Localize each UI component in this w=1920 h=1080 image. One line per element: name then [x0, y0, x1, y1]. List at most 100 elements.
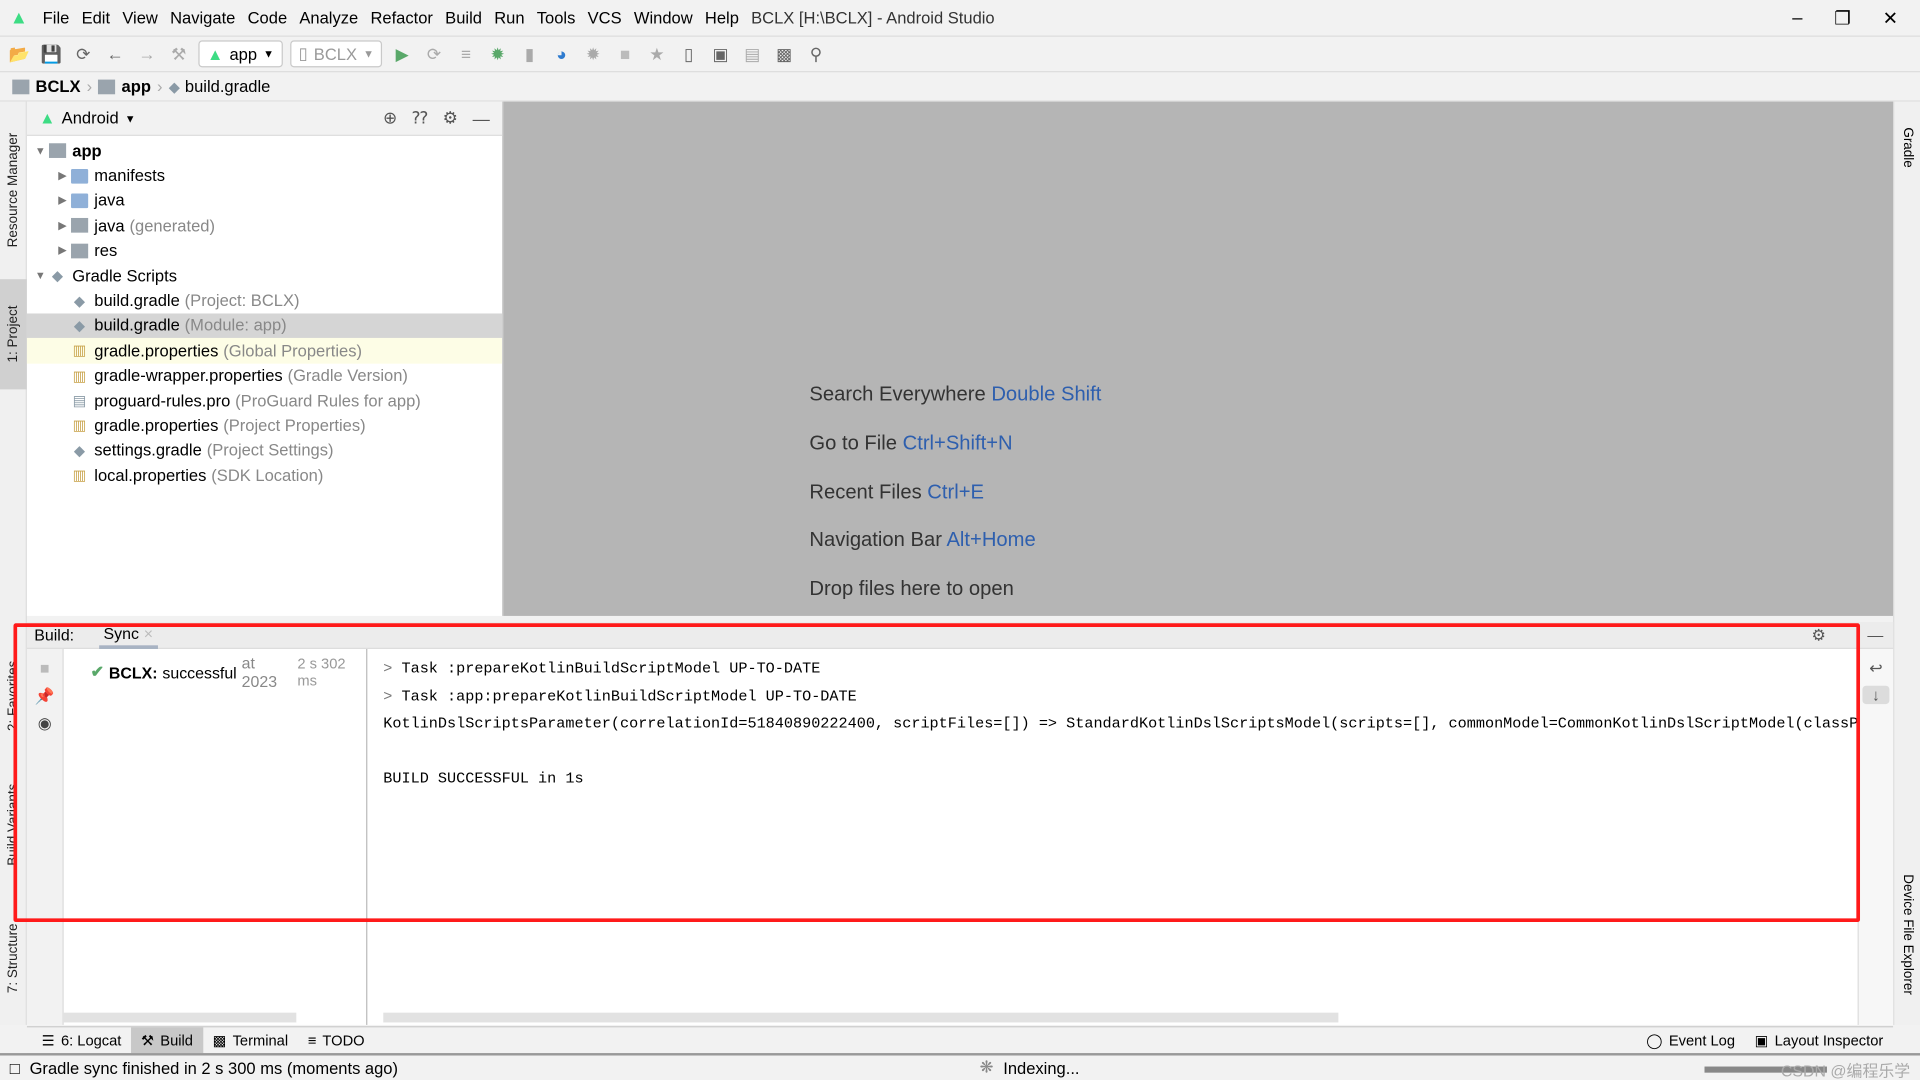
tab-project[interactable]: 1: Project	[0, 279, 27, 390]
menu-code[interactable]: Code	[248, 9, 288, 27]
tree-item[interactable]: ▥ local.properties (SDK Location)	[27, 463, 502, 488]
device-select[interactable]: ▯ BCLX ▼	[289, 40, 383, 68]
gradle-sync-icon[interactable]: ★	[641, 39, 673, 68]
stop-icon[interactable]: ■	[27, 659, 63, 677]
tree-item[interactable]: ▶ java	[27, 188, 502, 213]
properties-icon: ▥	[72, 366, 87, 385]
hide-icon[interactable]: —	[473, 108, 490, 128]
menu-navigate[interactable]: Navigate	[170, 9, 235, 27]
console-horizontal-scrollbar[interactable]	[383, 1012, 1339, 1023]
tab-favorites[interactable]: 2: Favorites	[0, 640, 27, 750]
tree-item[interactable]: ▶ manifests	[27, 163, 502, 188]
menu-analyze[interactable]: Analyze	[299, 9, 358, 27]
tree-item[interactable]: ▥ gradle-wrapper.properties (Gradle Versio…	[27, 363, 502, 388]
collapsed-arrow-icon[interactable]: ▶	[54, 244, 71, 257]
tab-structure[interactable]: 7: Structure	[0, 904, 27, 1014]
sync-icon[interactable]: ⟳	[67, 39, 99, 68]
sdk-manager-icon[interactable]: ▣	[705, 39, 737, 68]
gear-icon[interactable]: ⚙	[1811, 625, 1825, 645]
save-icon[interactable]: 💾	[36, 39, 68, 68]
project-structure-icon[interactable]: ▤	[736, 39, 768, 68]
hide-icon[interactable]: —	[1867, 626, 1883, 644]
tree-item[interactable]: ▼ app	[27, 138, 502, 163]
apply-changes-icon[interactable]: ⟳	[418, 39, 450, 68]
hammer-icon[interactable]: ⚒	[163, 39, 195, 68]
locate-icon[interactable]: ⊕	[383, 108, 397, 129]
eye-icon[interactable]: ◉	[27, 714, 63, 734]
tree-item[interactable]: ◆ settings.gradle (Project Settings)	[27, 438, 502, 463]
breadcrumb-file[interactable]: build.gradle	[185, 77, 270, 95]
tree-item[interactable]: ▼ ◆ Gradle Scripts	[27, 263, 502, 288]
gear-icon[interactable]: ⚙	[443, 108, 458, 129]
terminal-icon[interactable]: ▩	[768, 39, 800, 68]
build-console[interactable]: > Task :prepareKotlinBuildScriptModel UP…	[369, 649, 1857, 1025]
breadcrumb-module[interactable]: app	[122, 77, 151, 95]
tab-resource-manager[interactable]: Resource Manager	[0, 116, 27, 263]
tool-terminal-button[interactable]: ▩ Terminal	[203, 1027, 298, 1054]
tool-event-log-button[interactable]: ◯ Event Log	[1636, 1027, 1744, 1054]
soft-wrap-icon[interactable]: ↩	[1859, 659, 1893, 679]
collapse-all-icon[interactable]: ⁇	[412, 108, 428, 129]
attach-icon[interactable]: ▮	[514, 39, 546, 68]
expanded-arrow-icon[interactable]: ▼	[32, 270, 49, 282]
menu-refactor[interactable]: Refactor	[370, 9, 432, 27]
open-icon[interactable]: 📂	[4, 39, 36, 68]
status-message[interactable]: Gradle sync finished in 2 s 300 ms (mome…	[30, 1059, 398, 1077]
menu-view[interactable]: View	[122, 9, 158, 27]
horizontal-scrollbar[interactable]	[63, 1012, 297, 1023]
forward-icon[interactable]: →	[131, 39, 163, 68]
collapsed-arrow-icon[interactable]: ▶	[54, 194, 71, 207]
project-view-select[interactable]: ▲ Android ▼	[39, 109, 136, 127]
editor-hint: Go to File Ctrl+Shift+N	[809, 432, 1101, 481]
pin-icon[interactable]: 📌	[27, 687, 63, 707]
tool-logcat-button[interactable]: ☰ 6: Logcat	[32, 1027, 131, 1054]
menu-build[interactable]: Build	[445, 9, 482, 27]
menu-edit[interactable]: Edit	[82, 9, 110, 27]
expanded-arrow-icon[interactable]: ▼	[32, 145, 49, 157]
indexing-indicator[interactable]: ❋ Indexing...	[980, 1058, 1080, 1078]
collapsed-arrow-icon[interactable]: ▶	[54, 219, 71, 232]
tool-build-button[interactable]: ⚒ Build	[131, 1026, 203, 1054]
menu-run[interactable]: Run	[494, 9, 524, 27]
run-icon[interactable]: ▶	[386, 39, 418, 68]
back-icon[interactable]: ←	[99, 39, 131, 68]
menu-tools[interactable]: Tools	[537, 9, 576, 27]
expand-arrow-icon[interactable]: >	[383, 660, 401, 677]
tool-todo-button[interactable]: ≡ TODO	[298, 1027, 374, 1054]
run-config-select[interactable]: ▲ app ▼	[198, 40, 283, 68]
tree-item[interactable]: ▥ gradle.properties (Global Properties)	[26, 338, 503, 364]
breadcrumb-project[interactable]: BCLX	[36, 77, 81, 95]
tool-layout-inspector-button[interactable]: ▣ Layout Inspector	[1745, 1027, 1893, 1054]
minimize-button[interactable]: –	[1792, 7, 1802, 28]
tab-gradle[interactable]: Gradle	[1894, 114, 1920, 181]
debug-icon[interactable]: ✹	[482, 39, 514, 68]
menu-file[interactable]: File	[43, 9, 70, 27]
tree-item[interactable]: ▥ gradle.properties (Project Properties)	[27, 413, 502, 438]
restore-button[interactable]: ❐	[1834, 7, 1850, 29]
tree-item[interactable]: ▶ res	[27, 238, 502, 263]
expand-arrow-icon[interactable]: >	[383, 688, 401, 705]
menu-vcs[interactable]: VCS	[588, 9, 622, 27]
status-toggle-icon[interactable]: □	[10, 1059, 20, 1077]
tree-item[interactable]: ◆ build.gradle (Project: BCLX)	[27, 288, 502, 313]
apply-code-changes-icon[interactable]: ≡	[450, 39, 482, 68]
profile-icon[interactable]: ◕	[545, 39, 577, 68]
avd-manager-icon[interactable]: ▯	[673, 39, 705, 68]
tree-item[interactable]: ◆ build.gradle (Module: app)	[26, 313, 503, 339]
tree-item[interactable]: ▤ proguard-rules.pro (ProGuard Rules for a…	[27, 388, 502, 413]
attach-debugger-icon[interactable]: ✹	[577, 39, 609, 68]
collapsed-arrow-icon[interactable]: ▶	[54, 169, 71, 182]
stop-icon[interactable]: ■	[609, 39, 641, 68]
tree-item[interactable]: ▶ java (generated)	[27, 213, 502, 238]
close-tab-icon[interactable]: ×	[144, 624, 153, 642]
build-result-item[interactable]: ✔ BCLX: successful at 2023 2 s 302 ms	[91, 654, 367, 691]
search-icon[interactable]: ⚲	[800, 39, 832, 68]
tree-item-hint: (SDK Location)	[211, 466, 324, 485]
tab-build-variants[interactable]: Build Variants	[0, 769, 27, 879]
menu-help[interactable]: Help	[705, 9, 739, 27]
scroll-to-end-icon[interactable]: ↓	[1862, 685, 1890, 705]
tab-sync[interactable]: Sync ×	[98, 621, 158, 649]
menu-window[interactable]: Window	[634, 9, 693, 27]
close-button[interactable]: ✕	[1883, 7, 1898, 29]
tab-device-file-explorer[interactable]: Device File Explorer	[1894, 855, 1920, 1014]
